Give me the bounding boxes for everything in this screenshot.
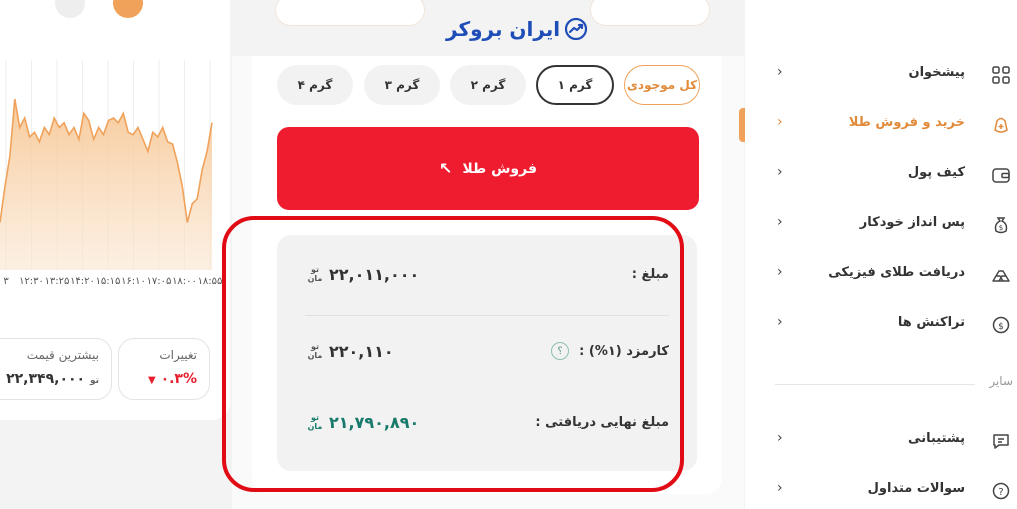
sidebar-item-label: کیف پول [907,165,965,180]
x-tick-label: ۳ [3,276,9,287]
sidebar-item-support[interactable]: پشتیبانی › [745,421,1017,461]
sidebar-item-physical-gold[interactable]: دریافت طلای فیزیکی › [745,255,1017,295]
gram-option-1[interactable]: ۱ گرم [536,65,614,105]
max-price-number: ۲۲,۳۴۹,۰۰۰ [6,371,86,387]
toman-currency-icon: تو مان [307,342,323,360]
transactions-icon: $ [989,313,1013,337]
sidebar-divider [775,384,975,385]
summary-divider [305,315,669,316]
sidebar-item-label: خرید و فروش طلا [848,115,965,130]
chevron-left-icon: › [777,314,783,330]
gold-bars-icon [989,263,1013,287]
chat-support-icon [989,429,1013,453]
sidebar-item-label: تراکنش ها [897,315,965,330]
change-percent: ۰.۳% [160,371,197,387]
help-circle-icon[interactable]: ؟ [551,342,569,360]
amount-label: مبلغ : [631,267,669,282]
chevron-left-icon: › [777,480,783,496]
chevron-left-icon: › [777,164,783,180]
transaction-summary: مبلغ : ۲۲,۰۱۱,۰۰۰ تو مان کارمزد (۱%) : ؟ … [277,235,697,471]
fee-value: ۲۲۰,۱۱۰ [329,342,394,361]
x-tick-label: ۱۲:۳۰ [19,276,44,287]
sell-gold-button[interactable]: فروش طلا ↖ [277,127,699,210]
toman-currency-icon: تو مان [307,413,323,431]
sell-gold-label: فروش طلا [462,160,537,177]
x-tick-label: ۱۶:۱۰ [121,276,146,287]
max-price-stat-card: بیشترین قیمت ۲۲,۳۴۹,۰۰۰ تو [0,338,112,400]
wallet-icon [989,163,1013,187]
x-tick-label: ۱۷:۰۵ [147,276,172,287]
change-value: ▼ ۰.۳% [148,371,197,387]
price-chart-panel: ۳ ۱۲:۳۰ ۱۳:۲۵ ۱۴:۲۰ ۱۵:۱۵ ۱۶:۱۰ ۱۷:۰۵ ۱۸:۰۰ ۱۸:۵… [0,0,232,509]
sidebar-item-label: پشتیبانی [908,431,965,446]
change-label: تغییرات [159,348,197,362]
chevron-left-icon: › [777,214,783,230]
sidebar-item-label: پیشخوان [908,65,966,80]
gram-option-all[interactable]: کل موجودی [624,65,700,105]
svg-text:$: $ [999,224,1003,232]
received-label: مبلغ نهایی دریافتی : [535,415,669,430]
gold-trade-icon [989,113,1013,137]
sidebar-item-auto-saving[interactable]: $ پس انداز خودکار › [745,205,1017,245]
amount-value: ۲۲,۰۱۱,۰۰۰ [329,265,420,284]
gold-price-chart: ۳ ۱۲:۳۰ ۱۳:۲۵ ۱۴:۲۰ ۱۵:۱۵ ۱۶:۱۰ ۱۷:۰۵ ۱۸:۰۰ ۱۸:۵… [0,60,222,287]
toman-currency-icon: تو مان [307,265,323,283]
chevron-left-icon: › [777,64,783,80]
brand-logo[interactable]: ایران بروکر [446,14,588,44]
top-pill-left[interactable] [275,0,425,26]
brand-name: ایران بروکر [446,17,561,41]
summary-row-amount: مبلغ : ۲۲,۰۱۱,۰۰۰ تو مان [277,255,697,295]
summary-row-received: مبلغ نهایی دریافتی : ۲۱,۷۹۰,۸۹۰ تو مان [277,403,697,443]
x-tick-label: ۱۸:۰۰ [172,276,197,287]
arrow-up-left-icon: ↖ [439,159,453,178]
chart-x-axis: ۳ ۱۲:۳۰ ۱۳:۲۵ ۱۴:۲۰ ۱۵:۱۵ ۱۶:۱۰ ۱۷:۰۵ ۱۸:۰۰ ۱۸:۵… [3,276,222,287]
received-value: ۲۱,۷۹۰,۸۹۰ [329,413,420,432]
svg-text:?: ? [998,487,1003,498]
sidebar: پیشخوان › خرید و فروش طلا › کیف پول › $ … [745,0,1017,509]
sidebar-item-label: دریافت طلای فیزیکی [828,265,965,280]
top-pill-right[interactable] [590,0,710,26]
dashboard-grid-icon [989,63,1013,87]
chevron-left-icon: › [777,114,783,130]
sidebar-item-wallet[interactable]: کیف پول › [745,155,1017,195]
chevron-left-icon: › [777,264,783,280]
max-price-value: ۲۲,۳۴۹,۰۰۰ تو [6,371,99,387]
svg-text:$: $ [998,322,1004,332]
sidebar-item-label: پس انداز خودکار [859,215,965,230]
sidebar-item-gold-trade[interactable]: خرید و فروش طلا › [745,105,1017,145]
gram-option-2[interactable]: ۲ گرم [450,65,526,105]
sidebar-item-dashboard[interactable]: پیشخوان › [745,55,1017,95]
x-tick-label: ۱۴:۲۰ [70,276,95,287]
x-tick-label: ۱۸:۵۵ [198,276,223,287]
trend-chart-logo-icon [565,17,588,41]
max-price-label: بیشترین قیمت [26,348,99,362]
chevron-left-icon: › [777,430,783,446]
gram-option-3[interactable]: ۳ گرم [364,65,440,105]
down-triangle-icon: ▼ [147,375,156,386]
money-bag-icon: $ [989,213,1013,237]
x-tick-label: ۱۳:۲۵ [45,276,70,287]
sidebar-item-label: سوالات متداول [867,481,965,496]
change-stat-card: تغییرات ▼ ۰.۳% [118,338,210,400]
fee-label: کارمزد (۱%) : [579,344,669,359]
summary-row-fee: کارمزد (۱%) : ؟ ۲۲۰,۱۱۰ تو مان [277,332,697,372]
gram-option-4[interactable]: ۴ گرم [277,65,353,105]
sidebar-section-title: سایر [989,374,1013,388]
x-tick-label: ۱۵:۱۵ [96,276,121,287]
sidebar-item-faq[interactable]: ? سوالات متداول › [745,471,1017,509]
question-circle-icon: ? [989,479,1013,503]
sidebar-item-transactions[interactable]: $ تراکنش ها › [745,305,1017,345]
max-price-unit: تو [89,376,99,386]
